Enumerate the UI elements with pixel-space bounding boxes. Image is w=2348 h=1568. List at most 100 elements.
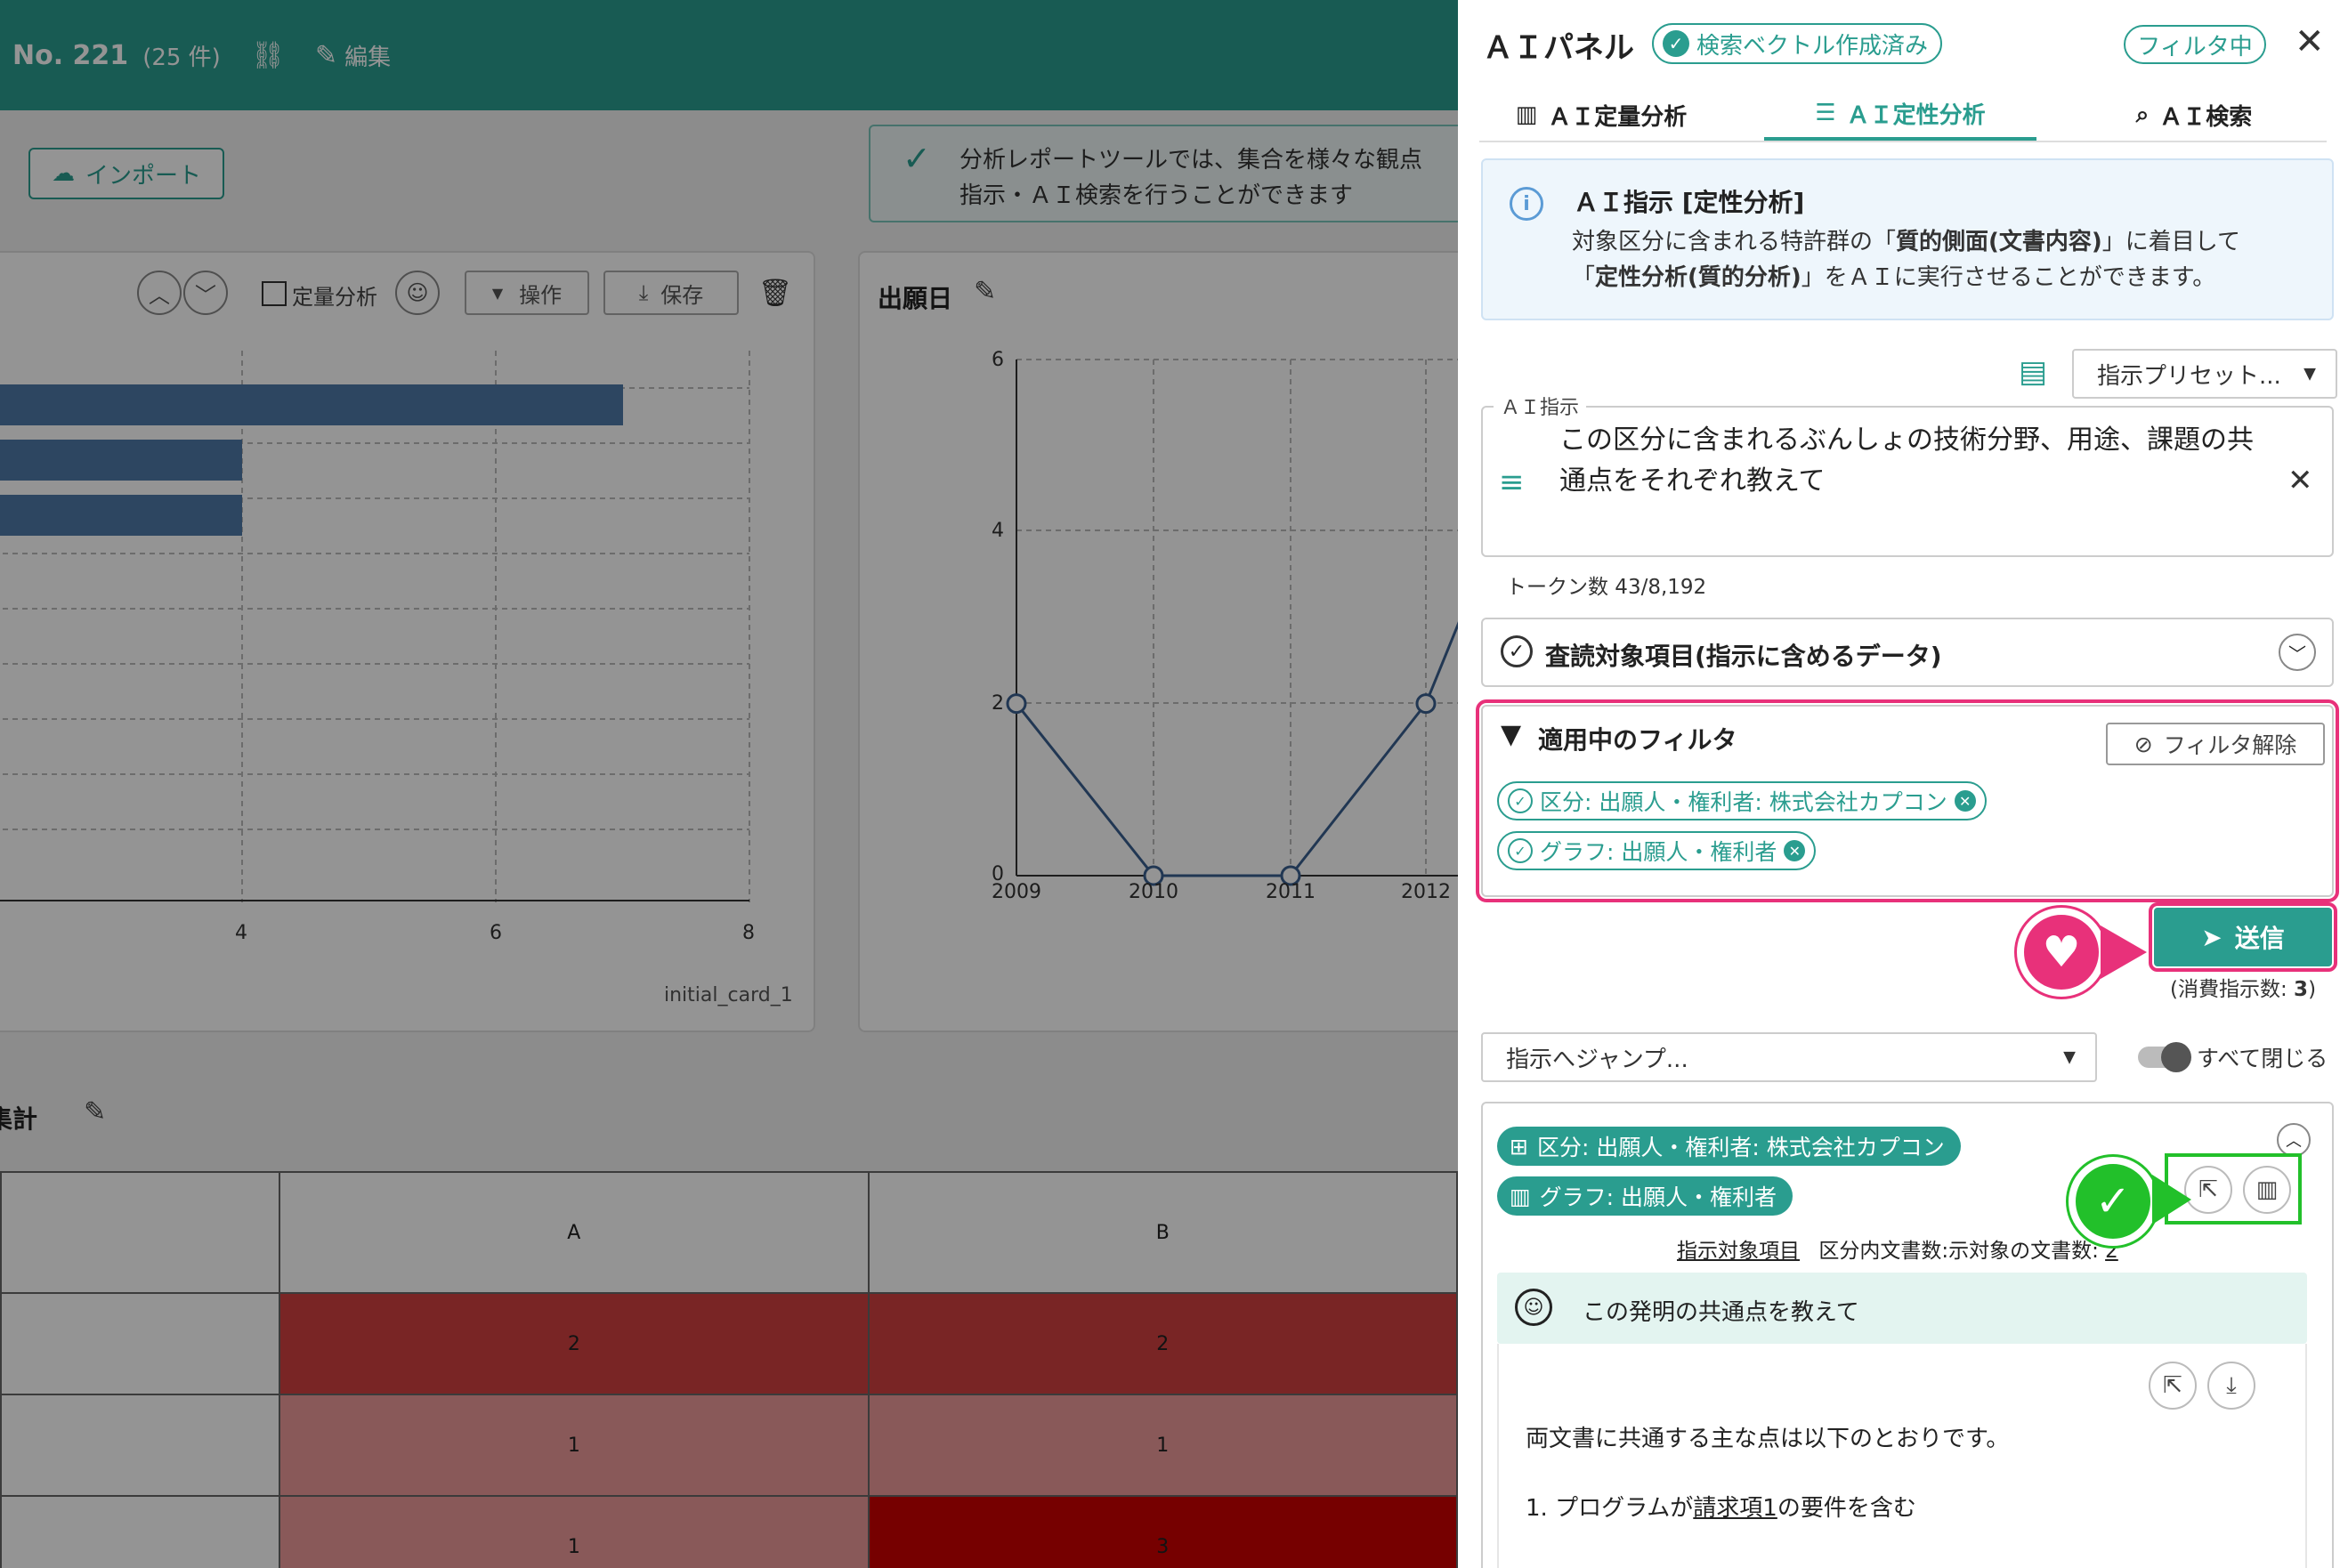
send-button[interactable]: ➤ 送信: [2149, 902, 2337, 972]
robot-icon[interactable]: ☺: [395, 271, 440, 315]
collapse-all-toggle[interactable]: [2138, 1042, 2191, 1072]
library-icon[interactable]: ▤: [2019, 354, 2047, 390]
preset-label: 指示プリセット...: [2097, 362, 2281, 390]
send-label: 送信: [2234, 924, 2285, 953]
ai-panel: ＡＩパネル ✓ 検索ベクトル作成済み フィルタ中 ✕ ▥ ＡＩ定量分析 ☰ ＡＩ定性…: [1458, 0, 2348, 1568]
filter-chip-label: 区分: 出願人・権利者: 株式会社カプコン: [1540, 789, 1947, 815]
category-chip-label: 区分: 出願人・権利者: 株式会社カプコン: [1536, 1135, 1945, 1160]
doc-count-row: 指示対象項目 区分内文書数:示対象の文書数: 2: [1677, 1233, 2118, 1264]
close-icon[interactable]: ✕: [2295, 21, 2325, 62]
quant-label: 定量分析: [292, 285, 377, 310]
x-tick-label: 4: [235, 922, 247, 944]
remove-chip-icon[interactable]: ✕: [1784, 840, 1806, 861]
consumed-count: (消費指示数: 3): [2170, 978, 2317, 1001]
bar-mark: [0, 384, 623, 425]
tab-divider: [1479, 141, 2327, 142]
clear-icon[interactable]: ✕: [2287, 463, 2313, 498]
x-tick-label: 2010: [1129, 881, 1178, 903]
trash-icon[interactable]: 🗑: [758, 278, 792, 309]
claim-link[interactable]: 請求項1: [1693, 1495, 1777, 1522]
preset-select[interactable]: 指示プリセット... ▼: [2072, 349, 2337, 399]
y-tick-label: 2: [992, 692, 1004, 715]
import-label: インポート: [85, 162, 201, 190]
result-card: ⊞ 区分: 出願人・権利者: 株式会社カプコン ▥ グラフ: 出願人・権利者 ︿ ⇱…: [1481, 1102, 2334, 1568]
remove-chip-icon[interactable]: ✕: [1954, 790, 1976, 812]
instruction-legend: ＡＩ指示: [1494, 392, 1587, 420]
add-chart-icon[interactable]: ▥: [2243, 1166, 2291, 1214]
question-text: この発明の共通点を教えて: [1583, 1299, 1859, 1326]
y-tick-label: 4: [992, 520, 1004, 542]
edit-note-icon: ≡: [1499, 465, 1525, 500]
table-cell: 1: [279, 1495, 870, 1568]
import-button[interactable]: ☁ インポート: [28, 148, 224, 199]
chevron-down-icon[interactable]: ﹀: [183, 271, 228, 315]
filter-chip-label: グラフ: 出願人・権利者: [1540, 839, 1777, 865]
x-tick-label: 8: [742, 922, 755, 944]
info-icon: i: [1510, 187, 1543, 221]
series-line: [1015, 621, 1458, 877]
info-banner: ✓ 分析レポートツールでは、集合を様々な観点 指示・ＡＩ検索を行うことができます: [869, 125, 1458, 222]
open-new-icon[interactable]: ⇱: [2149, 1362, 2197, 1410]
table-row: 1 3: [0, 1495, 1458, 1568]
clear-filter-button[interactable]: ⊘ フィルタ解除: [2106, 723, 2325, 765]
list-icon: ☰: [1815, 100, 1836, 126]
link-icon[interactable]: ⛓: [251, 40, 285, 71]
table-cell: 2: [867, 1292, 1458, 1395]
bar-chart-icon: ▥: [1510, 1183, 1531, 1209]
report-number: No. 221: [12, 39, 129, 71]
tab-label: ＡＩ定性分析: [1846, 101, 1986, 129]
report-count: (25 件): [142, 44, 221, 71]
info-banner-line1: 分析レポートツールでは、集合を様々な観点: [959, 147, 1423, 174]
column-header: B: [867, 1171, 1458, 1294]
chevron-up-icon[interactable]: ︿: [2277, 1123, 2311, 1157]
collapse-all-label: すべて閉じる: [2197, 1046, 2328, 1071]
column-header: A: [279, 1171, 870, 1294]
tab-quant[interactable]: ▥ ＡＩ定量分析: [1481, 89, 1721, 141]
category-chip: ⊞ 区分: 出願人・権利者: 株式会社カプコン: [1497, 1127, 1961, 1166]
chevron-up-icon[interactable]: ︿: [137, 271, 182, 315]
pencil-icon[interactable]: ✎: [84, 1096, 106, 1128]
quant-checkbox[interactable]: [262, 281, 287, 306]
table-section-title: 集計: [0, 1104, 38, 1134]
heart-annotation-icon: ♥: [2017, 908, 2106, 997]
answer-item: 1. プログラムが請求項1の要件を含む: [1526, 1495, 1916, 1522]
filter-off-icon: ⊘: [2133, 731, 2153, 757]
bar-chart-icon: ▥: [1515, 101, 1538, 128]
filter-chip[interactable]: ✓ 区分: 出願人・権利者: 株式会社カプコン ✕: [1497, 781, 1987, 820]
instruction-text[interactable]: この区分に含まれるぶんしょの技術分野、用途、課題の共通点をそれぞれ教えて: [1559, 420, 2254, 502]
jump-label: 指示へジャンプ...: [1506, 1046, 1688, 1073]
filter-active-badge[interactable]: フィルタ中: [2124, 25, 2266, 64]
filter-chip[interactable]: ✓ グラフ: 出願人・権利者 ✕: [1497, 831, 1817, 870]
token-count: トークン数 43/8,192: [1506, 576, 1707, 599]
x-tick-label: 2009: [992, 881, 1041, 903]
jump-select[interactable]: 指示へジャンプ... ▼: [1481, 1032, 2097, 1082]
save-button[interactable]: ⤓ 保存: [603, 271, 739, 315]
bar-mark: [0, 440, 242, 481]
chevron-down-icon[interactable]: ﹀: [2279, 634, 2316, 671]
table-cell: 1: [279, 1394, 870, 1497]
target-items-link[interactable]: 指示対象項目: [1677, 1240, 1800, 1263]
edit-label[interactable]: 編集: [344, 39, 391, 72]
instruction-info-box: i ＡＩ指示 [定性分析] 対象区分に含まれる特許群の「質的側面(文書内容)」に…: [1481, 158, 2334, 320]
download-icon[interactable]: ⤓: [2207, 1362, 2255, 1410]
card-footer-id: initial_card_1: [664, 984, 793, 1006]
data-point: [1006, 693, 1027, 715]
clear-filter-label: フィルタ解除: [2163, 732, 2297, 758]
info-banner-line2: 指示・ＡＩ検索を行うことができます: [959, 182, 1354, 209]
send-icon: ➤: [2201, 922, 2223, 952]
user-avatar-icon: ☺: [1515, 1289, 1552, 1326]
bar-mark: [0, 495, 242, 536]
vector-status-label: 検索ベクトル作成済み: [1696, 32, 1929, 60]
pencil-icon[interactable]: ✎: [315, 40, 337, 71]
check-circle-icon: ✓: [1508, 788, 1533, 813]
table-cell: 1: [867, 1394, 1458, 1497]
operations-button[interactable]: ▼ 操作: [465, 271, 589, 315]
open-new-icon[interactable]: ⇱: [2184, 1166, 2232, 1214]
tab-qual[interactable]: ☰ ＡＩ定性分析: [1764, 89, 2036, 141]
doc-count-label: 区分内文書数:: [1818, 1240, 1949, 1263]
crosstab-table: A B 2 2 1 1 1 3: [0, 1171, 1458, 1568]
tab-search[interactable]: ⌕ ＡＩ検索: [2083, 89, 2305, 141]
target-docs-label: 示対象の文書数:: [1948, 1240, 2099, 1263]
review-items-section[interactable]: ✓ 査読対象項目(指示に含めるデータ) ﹀: [1481, 618, 2334, 687]
report-header: No. 221 (25 件) ⛓ ✎ 編集: [0, 0, 1458, 110]
